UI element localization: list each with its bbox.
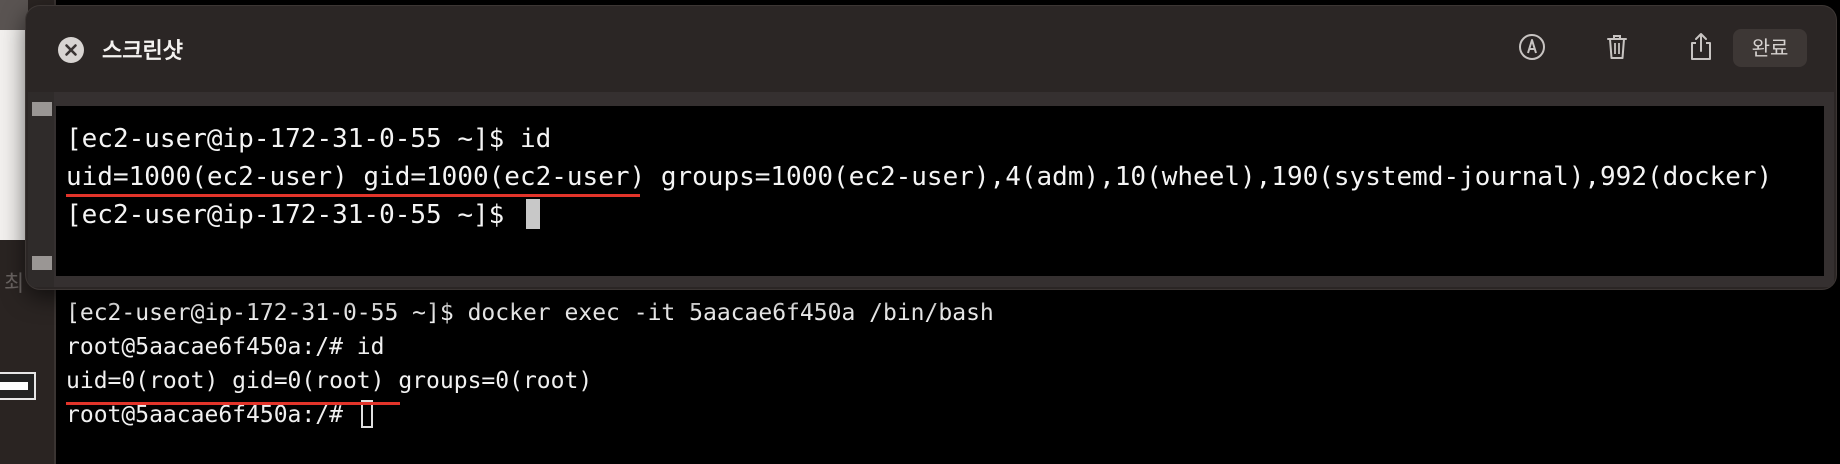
terminal-line: uid=0(root) gid=0(root) groups=0(root) bbox=[66, 368, 593, 394]
share-button[interactable] bbox=[1684, 30, 1718, 64]
terminal-cursor bbox=[525, 199, 540, 229]
done-button[interactable]: 완료 bbox=[1733, 29, 1807, 67]
highlight-underline bbox=[66, 194, 640, 197]
highlight-underline bbox=[66, 402, 400, 405]
close-icon bbox=[65, 44, 77, 56]
preview-header: 스크린샷 완료 bbox=[26, 6, 1836, 92]
markup-button[interactable] bbox=[1515, 30, 1549, 64]
delete-button[interactable] bbox=[1600, 30, 1634, 64]
markup-icon bbox=[1519, 34, 1545, 60]
screenshot-preview-window: 스크린샷 완료 [ec2-user@ip-172-31-0-55 ~]$ id … bbox=[26, 6, 1836, 289]
preview-image: [ec2-user@ip-172-31-0-55 ~]$ id uid=1000… bbox=[28, 92, 1834, 287]
gutter-marker bbox=[32, 256, 52, 270]
gutter-marker bbox=[32, 102, 52, 116]
trash-icon bbox=[1607, 35, 1627, 59]
background-toolbar-row bbox=[0, 0, 28, 30]
background-panel bbox=[0, 30, 28, 240]
share-icon bbox=[1691, 33, 1711, 60]
terminal-prompt: [ec2-user@ip-172-31-0-55 ~]$ bbox=[66, 200, 520, 230]
terminal-line: root@5aacae6f450a:/# id bbox=[66, 334, 385, 360]
terminal-line: uid=1000(ec2-user) gid=1000(ec2-user) gr… bbox=[66, 162, 1773, 192]
preview-terminal: [ec2-user@ip-172-31-0-55 ~]$ id uid=1000… bbox=[56, 106, 1824, 276]
close-button[interactable] bbox=[58, 37, 84, 63]
background-terminal[interactable]: [ec2-user@ip-172-31-0-55 ~]$ docker exec… bbox=[66, 296, 1840, 432]
terminal-line: [ec2-user@ip-172-31-0-55 ~]$ docker exec… bbox=[66, 300, 994, 326]
preview-title: 스크린샷 bbox=[102, 39, 183, 64]
terminal-prompt-line: [ec2-user@ip-172-31-0-55 ~]$ bbox=[66, 196, 1772, 234]
preview-gutter bbox=[28, 92, 54, 287]
terminal-prompt: root@5aacae6f450a:/# bbox=[66, 402, 357, 428]
background-strip-label: 최 bbox=[4, 272, 25, 297]
window-icon bbox=[0, 372, 36, 400]
terminal-line: [ec2-user@ip-172-31-0-55 ~]$ id bbox=[66, 124, 552, 154]
